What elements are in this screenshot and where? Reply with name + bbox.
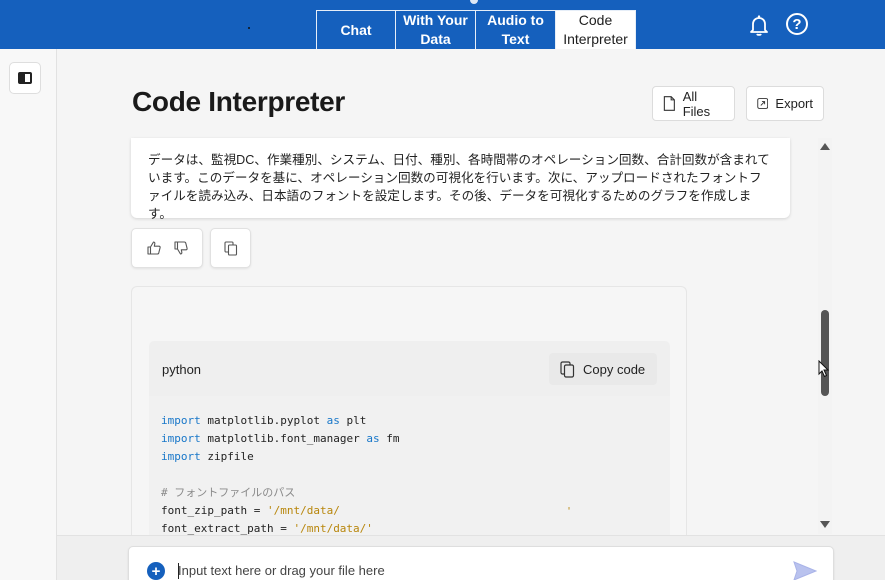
message-text: データは、監視DC、作業種別、システム、日付、種別、各時間帯のオペレーション回数…: [148, 153, 770, 221]
code-token: fm: [379, 432, 400, 445]
code-token: '/mnt/data/': [293, 522, 373, 535]
tab-with-your-data[interactable]: With Your Data: [396, 10, 476, 49]
code-token: matplotlib.pyplot: [200, 414, 327, 427]
code-token: import: [161, 414, 201, 427]
send-icon[interactable]: [793, 561, 817, 580]
copy-icon: [223, 240, 237, 256]
export-button[interactable]: Export: [746, 86, 824, 121]
decorative-dot: [248, 27, 250, 29]
reaction-buttons: [131, 228, 203, 268]
code-line: # フォントファイルのパス: [161, 484, 670, 502]
code-line: import zipfile: [161, 448, 670, 466]
code-line: import matplotlib.pyplot as plt: [161, 412, 670, 430]
code-token: import: [161, 432, 201, 445]
thumbs-up-icon[interactable]: [146, 240, 162, 256]
copy-code-label: Copy code: [583, 361, 646, 377]
mode-tabs: Chat With Your Data Audio to Text Code I…: [316, 10, 636, 49]
mouse-cursor-icon: [818, 360, 830, 378]
code-language-label: python: [162, 362, 202, 377]
code-token: as: [366, 432, 380, 445]
sidebar-toggle-button[interactable]: [9, 62, 41, 94]
assistant-message: データは、監視DC、作業種別、システム、日付、種別、各時間帯のオペレーション回数…: [131, 138, 790, 221]
left-sidebar: [0, 49, 57, 580]
all-files-button[interactable]: All Files: [652, 86, 735, 121]
tab-chat[interactable]: Chat: [316, 10, 396, 49]
tab-code-interpreter[interactable]: Code Interpreter: [556, 10, 636, 49]
scroll-down-arrow-icon[interactable]: [820, 521, 830, 528]
code-token: font_extract_path =: [161, 522, 294, 535]
top-navigation-bar: Chat With Your Data Audio to Text Code I…: [0, 0, 885, 49]
code-token: as: [326, 414, 340, 427]
top-notch: [470, 0, 478, 4]
tab-audio-to-text[interactable]: Audio to Text: [476, 10, 556, 49]
copy-code-button[interactable]: Copy code: [549, 353, 657, 385]
help-icon[interactable]: ?: [786, 13, 808, 35]
stray-mark: ': [566, 506, 573, 517]
code-content: import matplotlib.pyplot as plt import ma…: [149, 396, 670, 536]
code-token: font_zip_path =: [161, 504, 267, 517]
code-token: plt: [339, 414, 367, 427]
code-line: font_zip_path = '/mnt/data/: [161, 502, 670, 520]
copy-code-icon: [560, 360, 575, 378]
copy-message-button[interactable]: [210, 228, 251, 268]
code-line: import matplotlib.font_manager as fm: [161, 430, 670, 448]
add-attachment-button[interactable]: +: [147, 562, 165, 580]
thumbs-down-icon[interactable]: [173, 240, 189, 256]
panel-icon: [18, 72, 32, 84]
text-caret: [178, 563, 179, 579]
code-token: '/mnt/data/: [266, 504, 340, 517]
scroll-up-arrow-icon[interactable]: [820, 143, 830, 150]
export-icon: [757, 98, 769, 109]
code-token: import: [161, 450, 201, 463]
file-icon: [663, 96, 675, 111]
code-token: matplotlib.font_manager: [200, 432, 367, 445]
code-token: # フォントファイルのパス: [161, 486, 296, 499]
code-token: zipfile: [200, 450, 254, 463]
page-title: Code Interpreter: [132, 86, 346, 117]
bell-icon[interactable]: [747, 13, 771, 37]
scrollbar-thumb[interactable]: [821, 310, 829, 396]
message-input[interactable]: [178, 563, 578, 578]
all-files-label: All Files: [682, 88, 711, 119]
export-label: Export: [775, 96, 813, 111]
